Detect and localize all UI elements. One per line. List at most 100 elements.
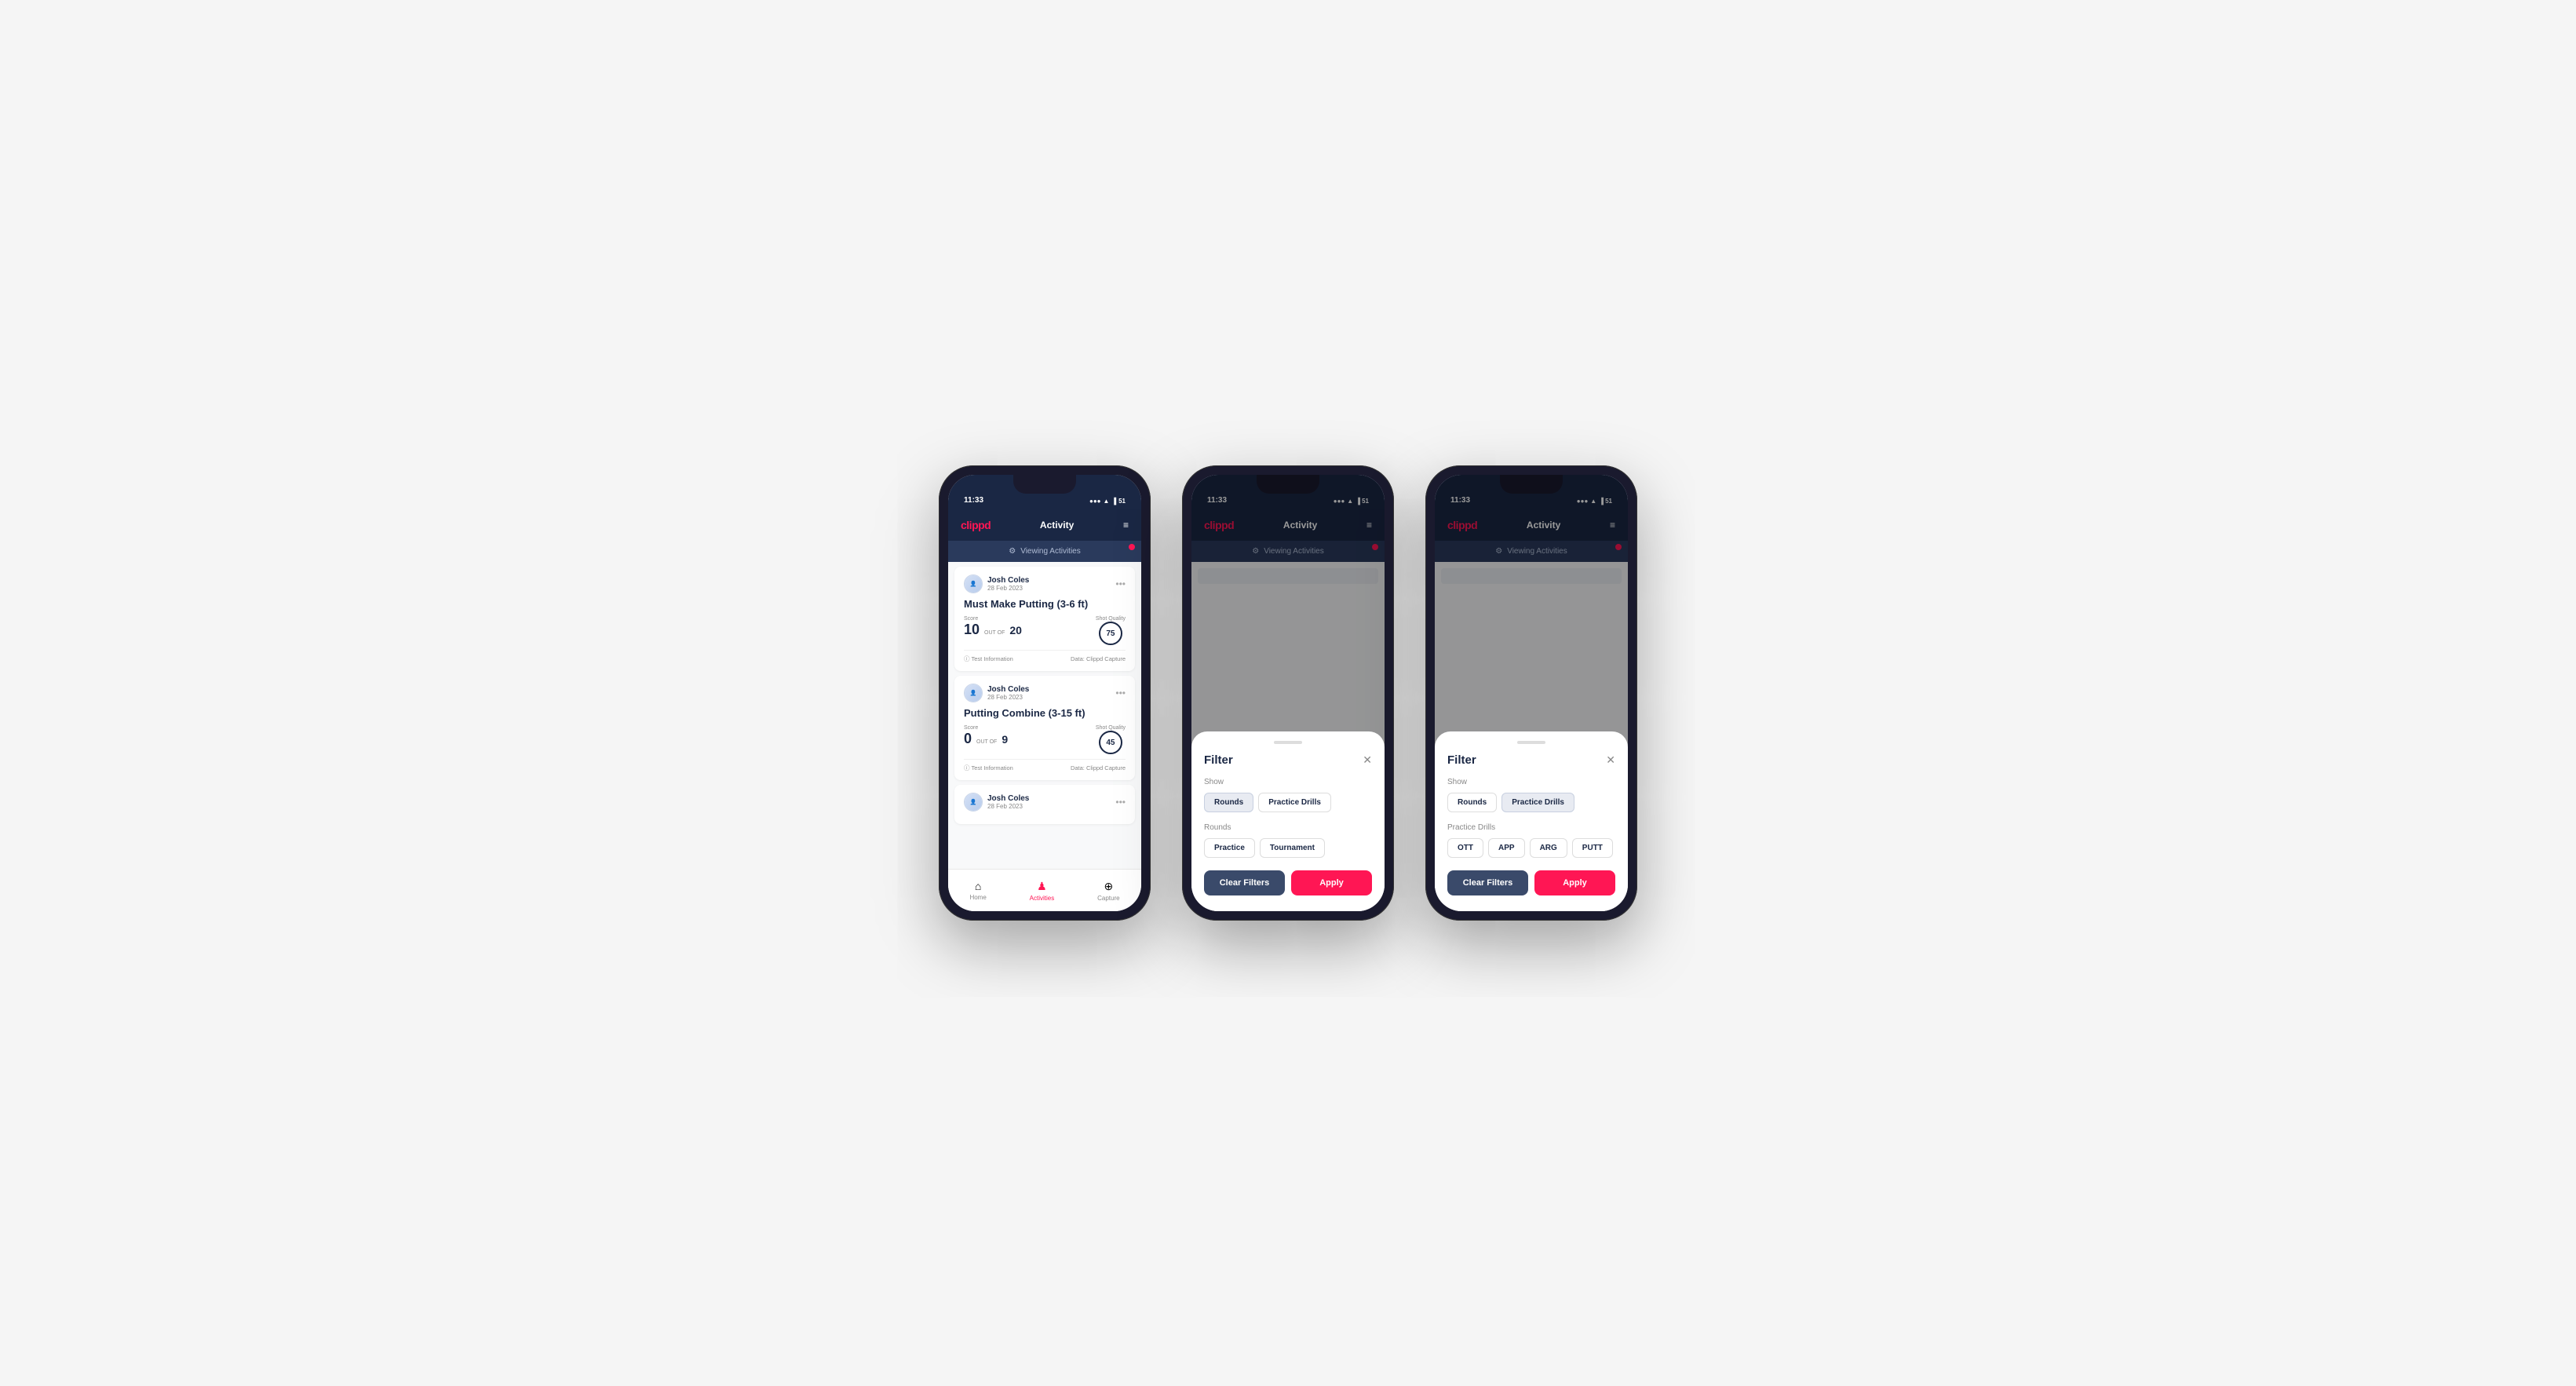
phone-3: 11:33 ●●● ▲ ▐ 51 clippd Activity ≡ ⚙ Vie… <box>1425 465 1637 921</box>
rounds-show-btn-3[interactable]: Rounds <box>1447 793 1497 812</box>
score-value-2: 0 <box>964 731 972 747</box>
out-of-2: OUT OF <box>976 739 997 745</box>
user-info-2: 👤 Josh Coles 28 Feb 2023 <box>964 684 1029 702</box>
modal-footer-2: Clear Filters Apply <box>1204 870 1372 895</box>
rounds-buttons-2: Practice Tournament <box>1204 838 1372 858</box>
info-circle-icon: ⓘ <box>964 655 970 663</box>
total-value-1: 20 <box>1009 624 1022 636</box>
tab-bar-1: ⌂ Home ♟ Activities ⊕ Capture <box>948 869 1141 911</box>
drills-buttons-3: OTT APP ARG PUTT <box>1447 838 1615 858</box>
close-button-3[interactable]: ✕ <box>1606 753 1615 767</box>
arg-btn[interactable]: ARG <box>1530 838 1567 858</box>
modal-title-2: Filter <box>1204 753 1233 767</box>
score-label-1: Score <box>964 616 1022 622</box>
close-button-2[interactable]: ✕ <box>1363 753 1372 767</box>
capture-icon: ⊕ <box>1104 880 1113 893</box>
show-label-3: Show <box>1447 778 1615 786</box>
practice-btn-2[interactable]: Practice <box>1204 838 1255 858</box>
info-circle-icon-2: ⓘ <box>964 764 970 772</box>
putt-btn[interactable]: PUTT <box>1572 838 1613 858</box>
clear-filters-btn-3[interactable]: Clear Filters <box>1447 870 1528 895</box>
show-section-2: Show Rounds Practice Drills <box>1204 778 1372 812</box>
rounds-section-2: Rounds Practice Tournament <box>1204 823 1372 858</box>
filter-modal-3: Filter ✕ Show Rounds Practice Drills Pra… <box>1435 731 1628 911</box>
score-value-1: 10 <box>964 622 980 638</box>
app-btn[interactable]: APP <box>1488 838 1525 858</box>
wifi-icon: ▲ <box>1104 498 1110 505</box>
activity-list: 👤 Josh Coles 28 Feb 2023 ••• Must Make P… <box>948 562 1141 869</box>
clear-filters-btn-2[interactable]: Clear Filters <box>1204 870 1285 895</box>
avatar-img-3: 👤 <box>965 793 982 811</box>
activity-card-3: 👤 Josh Coles 28 Feb 2023 ••• <box>954 785 1135 824</box>
sq-label-2: Shot Quality <box>1096 725 1126 731</box>
activity-card-1: 👤 Josh Coles 28 Feb 2023 ••• Must Make P… <box>954 567 1135 671</box>
sq-badge-2: 45 <box>1099 731 1122 754</box>
practice-drills-show-btn-2[interactable]: Practice Drills <box>1258 793 1331 812</box>
nav-title-1: Activity <box>1040 520 1074 531</box>
score-label-2: Score <box>964 725 1008 731</box>
out-of-1: OUT OF <box>984 630 1005 636</box>
tab-home[interactable]: ⌂ Home <box>969 880 986 901</box>
time-1: 11:33 <box>964 496 983 505</box>
activities-icon: ♟ <box>1037 880 1047 893</box>
apply-btn-3[interactable]: Apply <box>1534 870 1615 895</box>
modal-footer-3: Clear Filters Apply <box>1447 870 1615 895</box>
tab-activities-label: Activities <box>1030 895 1055 902</box>
notch-1 <box>1013 475 1076 494</box>
rounds-show-btn-2[interactable]: Rounds <box>1204 793 1253 812</box>
user-details-3: Josh Coles 28 Feb 2023 <box>987 794 1029 810</box>
tab-capture[interactable]: ⊕ Capture <box>1097 880 1119 902</box>
tournament-btn-2[interactable]: Tournament <box>1260 838 1325 858</box>
viewing-label-1: Viewing Activities <box>1020 547 1081 556</box>
phone-2: 11:33 ●●● ▲ ▐ 51 clippd Activity ≡ ⚙ Vie… <box>1182 465 1394 921</box>
score-group-1: Score 10 OUT OF 20 <box>964 616 1022 638</box>
show-section-3: Show Rounds Practice Drills <box>1447 778 1615 812</box>
sq-label-1: Shot Quality <box>1096 616 1126 622</box>
logo-1: clippd <box>961 519 991 531</box>
practice-drills-show-btn-3[interactable]: Practice Drills <box>1501 793 1574 812</box>
card-menu-3[interactable]: ••• <box>1115 797 1126 808</box>
user-name-3: Josh Coles <box>987 794 1029 803</box>
battery-pct: 51 <box>1118 498 1126 505</box>
filter-icon-1: ⚙ <box>1009 547 1016 556</box>
filter-modal-2: Filter ✕ Show Rounds Practice Drills Rou… <box>1191 731 1385 911</box>
apply-btn-2[interactable]: Apply <box>1291 870 1372 895</box>
user-date-3: 28 Feb 2023 <box>987 803 1029 810</box>
stats-row-2: Score 0 OUT OF 9 Shot Quality 45 <box>964 725 1126 754</box>
hamburger-1[interactable]: ≡ <box>1123 520 1129 531</box>
data-source-1: Data: Clippd Capture <box>1071 655 1126 662</box>
modal-overlay-2: Filter ✕ Show Rounds Practice Drills Rou… <box>1191 475 1385 911</box>
user-info-1: 👤 Josh Coles 28 Feb 2023 <box>964 574 1029 593</box>
activity-title-2: Putting Combine (3-15 ft) <box>964 707 1126 719</box>
drills-label-3: Practice Drills <box>1447 823 1615 832</box>
shot-quality-group-2: Shot Quality 45 <box>1096 725 1126 754</box>
user-name-2: Josh Coles <box>987 685 1029 694</box>
user-date-1: 28 Feb 2023 <box>987 585 1029 592</box>
info-link-1[interactable]: ⓘ Test Information <box>964 655 1013 663</box>
battery-icon: ▐ <box>1111 498 1116 505</box>
tab-home-label: Home <box>969 894 986 901</box>
user-name-1: Josh Coles <box>987 576 1029 585</box>
user-details-2: Josh Coles 28 Feb 2023 <box>987 685 1029 701</box>
activity-card-2: 👤 Josh Coles 28 Feb 2023 ••• Putting Com… <box>954 676 1135 780</box>
drills-section-3: Practice Drills OTT APP ARG PUTT <box>1447 823 1615 858</box>
card-menu-2[interactable]: ••• <box>1115 688 1126 698</box>
avatar-1: 👤 <box>964 574 983 593</box>
card-footer-1: ⓘ Test Information Data: Clippd Capture <box>964 650 1126 663</box>
user-details-1: Josh Coles 28 Feb 2023 <box>987 576 1029 592</box>
avatar-img-1: 👤 <box>965 575 982 593</box>
card-footer-2: ⓘ Test Information Data: Clippd Capture <box>964 759 1126 772</box>
avatar-img-2: 👤 <box>965 684 982 702</box>
ott-btn[interactable]: OTT <box>1447 838 1483 858</box>
data-source-2: Data: Clippd Capture <box>1071 764 1126 771</box>
info-link-2[interactable]: ⓘ Test Information <box>964 764 1013 772</box>
card-menu-1[interactable]: ••• <box>1115 578 1126 589</box>
avatar-3: 👤 <box>964 793 983 812</box>
user-info-3: 👤 Josh Coles 28 Feb 2023 <box>964 793 1029 812</box>
show-buttons-3: Rounds Practice Drills <box>1447 793 1615 812</box>
tab-activities[interactable]: ♟ Activities <box>1030 880 1055 902</box>
show-label-2: Show <box>1204 778 1372 786</box>
viewing-bar-1[interactable]: ⚙ Viewing Activities <box>948 541 1141 562</box>
modal-header-3: Filter ✕ <box>1447 753 1615 767</box>
avatar-2: 👤 <box>964 684 983 702</box>
